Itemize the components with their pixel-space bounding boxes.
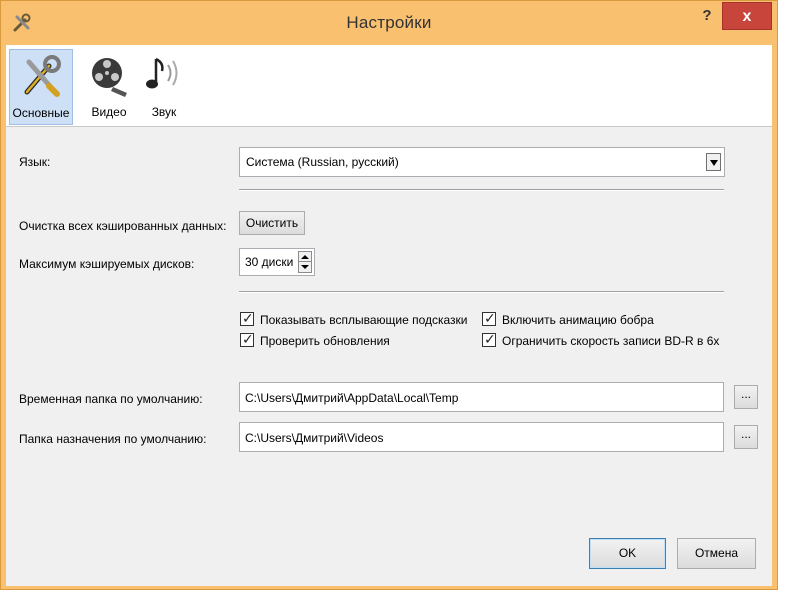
- dest-folder-field[interactable]: C:\Users\Дмитрий\Videos: [239, 422, 724, 452]
- temp-folder-field[interactable]: C:\Users\Дмитрий\AppData\Local\Temp: [239, 382, 724, 412]
- title-bar[interactable]: Настройки ? x: [1, 1, 777, 45]
- checkbox-checked-icon[interactable]: [482, 310, 496, 327]
- spinner-up-icon[interactable]: [299, 252, 311, 262]
- max-cache-label: Максимум кэшируемых дисков:: [19, 257, 195, 271]
- tab-general-label: Основные: [12, 106, 70, 120]
- checkbox-limit-bdr-speed[interactable]: Ограничить скорость записи BD-R в 6x: [482, 331, 732, 351]
- checkbox-checked-icon[interactable]: [240, 331, 254, 348]
- tab-general[interactable]: Основные: [9, 49, 73, 125]
- chevron-down-icon[interactable]: [706, 153, 721, 171]
- cancel-button[interactable]: Отмена: [677, 538, 756, 569]
- language-value: Система (Russian, русский): [246, 155, 399, 169]
- browse-temp-folder-button[interactable]: ...: [734, 385, 758, 409]
- settings-toolbar: Основные Видео Звук: [6, 45, 772, 127]
- divider: [239, 189, 724, 191]
- checkbox-label: Показывать всплывающие подсказки: [260, 313, 468, 327]
- max-cache-value: 30 диски: [245, 255, 294, 269]
- checkbox-beaver-animation[interactable]: Включить анимацию бобра: [482, 310, 732, 330]
- tab-video-label: Видео: [91, 105, 127, 119]
- window-title: Настройки: [346, 13, 432, 32]
- tab-video[interactable]: Видео: [84, 49, 134, 125]
- ok-button[interactable]: OK: [589, 538, 666, 569]
- tab-sound[interactable]: Звук: [142, 49, 186, 125]
- temp-folder-value: C:\Users\Дмитрий\AppData\Local\Temp: [245, 391, 459, 405]
- help-button[interactable]: ?: [694, 7, 720, 31]
- language-select[interactable]: Система (Russian, русский): [239, 147, 725, 177]
- spinner-arrows: [298, 251, 312, 273]
- checkbox-check-updates[interactable]: Проверить обновления: [240, 331, 480, 351]
- spinner-down-icon[interactable]: [299, 262, 311, 272]
- close-button[interactable]: x: [722, 2, 772, 30]
- film-reel-icon: [92, 58, 127, 97]
- settings-window: Настройки ? x Основные Видео Звук Язык: …: [0, 0, 778, 590]
- max-cache-spinner[interactable]: 30 диски: [239, 248, 315, 276]
- language-label: Язык:: [19, 155, 51, 169]
- checkbox-checked-icon[interactable]: [482, 331, 496, 348]
- clear-cache-label: Очистка всех кэшированных данных:: [19, 219, 227, 233]
- browse-dest-folder-button[interactable]: ...: [734, 425, 758, 449]
- checkbox-label: Проверить обновления: [260, 334, 390, 348]
- checkbox-label: Включить анимацию бобра: [502, 313, 654, 327]
- dialog-client-area: Основные Видео Звук Язык: Система (Russi…: [6, 45, 772, 586]
- checkbox-checked-icon[interactable]: [240, 310, 254, 327]
- music-note-icon: [146, 57, 178, 89]
- clear-cache-button[interactable]: Очистить: [239, 211, 305, 235]
- dest-folder-value: C:\Users\Дмитрий\Videos: [245, 431, 384, 445]
- checkbox-show-tooltips[interactable]: Показывать всплывающие подсказки: [240, 310, 480, 330]
- dest-folder-label: Папка назначения по умолчанию:: [19, 432, 207, 446]
- tab-sound-label: Звук: [151, 105, 177, 119]
- divider: [239, 291, 724, 293]
- checkbox-label: Ограничить скорость записи BD-R в 6x: [502, 334, 720, 348]
- temp-folder-label: Временная папка по умолчанию:: [19, 392, 203, 406]
- tools-icon: [24, 55, 61, 97]
